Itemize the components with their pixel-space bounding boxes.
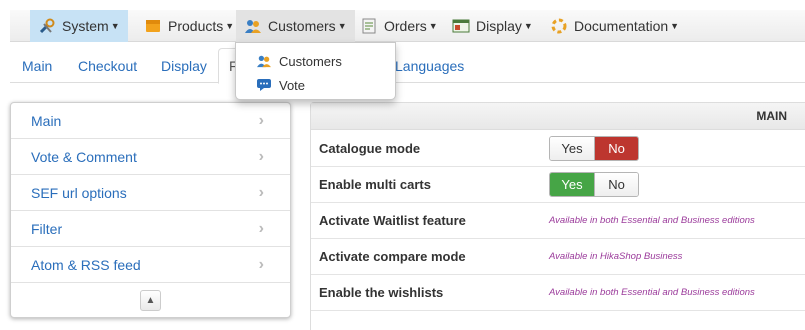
setting-label: Catalogue mode	[319, 141, 421, 156]
config-tabs: Main Checkout Display F Languages	[10, 48, 805, 84]
sidebar-nav: Main › Vote & Comment › SEF url options …	[10, 102, 291, 318]
lifebuoy-icon	[550, 18, 568, 34]
menu-products-label: Products	[168, 18, 224, 34]
tab-display[interactable]: Display	[151, 48, 217, 83]
sidebar-footer: ▲	[11, 283, 290, 317]
chevron-right-icon: ›	[258, 183, 264, 201]
setting-label: Activate Waitlist feature	[319, 213, 466, 228]
main-settings-panel: MAIN Catalogue mode Yes No Enable multi …	[310, 102, 805, 330]
menu-customers-label: Customers	[268, 18, 336, 34]
speech-bubble-icon	[256, 78, 272, 92]
tab-languages[interactable]: Languages	[385, 48, 474, 83]
no-button[interactable]: No	[594, 137, 638, 160]
chevron-down-icon: ▼	[110, 21, 120, 31]
users-icon	[256, 54, 272, 68]
setting-label: Activate compare mode	[319, 249, 466, 264]
setting-row-wishlists: Enable the wishlists Available in both E…	[311, 275, 805, 311]
customers-dropdown: Customers Vote	[235, 42, 396, 100]
menu-documentation[interactable]: Documentation ▼	[542, 10, 687, 42]
eject-icon: ▲	[145, 294, 156, 306]
dropdown-item-label: Customers	[279, 53, 342, 69]
sidebar-item-atom-rss[interactable]: Atom & RSS feed ›	[11, 247, 290, 283]
setting-row-catalogue-mode: Catalogue mode Yes No	[311, 131, 805, 167]
sidebar-item-vote-comment[interactable]: Vote & Comment ›	[11, 139, 290, 175]
chevron-right-icon: ›	[258, 147, 264, 165]
sidebar-item-label: Filter	[31, 220, 63, 237]
menu-display-label: Display	[476, 18, 522, 34]
setting-label: Enable the wishlists	[319, 285, 444, 300]
dropdown-item-vote[interactable]: Vote	[236, 73, 395, 97]
chevron-right-icon: ›	[258, 219, 264, 237]
chevron-down-icon: ▼	[428, 21, 438, 31]
availability-note: Available in both Essential and Business…	[549, 215, 755, 226]
setting-row-waitlist: Activate Waitlist feature Available in b…	[311, 203, 805, 239]
yes-button[interactable]: Yes	[550, 137, 594, 160]
sidebar-item-label: Atom & RSS feed	[31, 256, 141, 273]
top-menu-bar: System ▼ Products ▼ Customers ▼ Orders ▼…	[10, 10, 805, 42]
sidebar-item-label: Main	[31, 112, 62, 129]
sidebar-item-sef-url[interactable]: SEF url options ›	[11, 175, 290, 211]
chevron-down-icon: ▼	[523, 21, 533, 31]
chevron-right-icon: ›	[258, 255, 264, 273]
tab-main[interactable]: Main	[12, 48, 62, 83]
sidebar-item-main[interactable]: Main ›	[11, 103, 290, 139]
chevron-down-icon: ▼	[337, 21, 347, 31]
box-icon	[144, 18, 162, 34]
chevron-down-icon: ▼	[670, 21, 680, 31]
menu-orders-label: Orders	[384, 18, 427, 34]
panel-title: MAIN	[311, 103, 805, 130]
catalogue-mode-toggle: Yes No	[549, 136, 639, 161]
sidebar-item-label: SEF url options	[31, 184, 127, 201]
setting-label: Enable multi carts	[319, 177, 431, 192]
menu-display[interactable]: Display ▼	[444, 10, 541, 42]
clipboard-icon	[360, 18, 378, 34]
wrench-icon	[38, 18, 56, 34]
chevron-right-icon: ›	[258, 111, 264, 129]
menu-system[interactable]: System ▼	[30, 10, 128, 42]
dropdown-item-customers[interactable]: Customers	[236, 49, 395, 73]
scroll-to-top-button[interactable]: ▲	[140, 289, 161, 311]
yes-button[interactable]: Yes	[550, 173, 594, 196]
menu-orders[interactable]: Orders ▼	[352, 10, 446, 42]
sidebar-item-label: Vote & Comment	[31, 148, 137, 165]
menu-system-label: System	[62, 18, 109, 34]
chevron-down-icon: ▼	[225, 21, 235, 31]
menu-documentation-label: Documentation	[574, 18, 669, 34]
users-icon	[244, 18, 262, 34]
menu-customers[interactable]: Customers ▼	[236, 10, 355, 42]
no-button[interactable]: No	[594, 173, 638, 196]
tab-checkout[interactable]: Checkout	[68, 48, 147, 83]
menu-products[interactable]: Products ▼	[136, 10, 242, 42]
sidebar-item-filter[interactable]: Filter ›	[11, 211, 290, 247]
availability-note: Available in both Essential and Business…	[549, 287, 755, 298]
setting-row-multi-carts: Enable multi carts Yes No	[311, 167, 805, 203]
availability-note: Available in HikaShop Business	[549, 251, 683, 262]
multi-carts-toggle: Yes No	[549, 172, 639, 197]
window-icon	[452, 18, 470, 34]
dropdown-item-label: Vote	[279, 77, 306, 93]
setting-row-compare-mode: Activate compare mode Available in HikaS…	[311, 239, 805, 275]
